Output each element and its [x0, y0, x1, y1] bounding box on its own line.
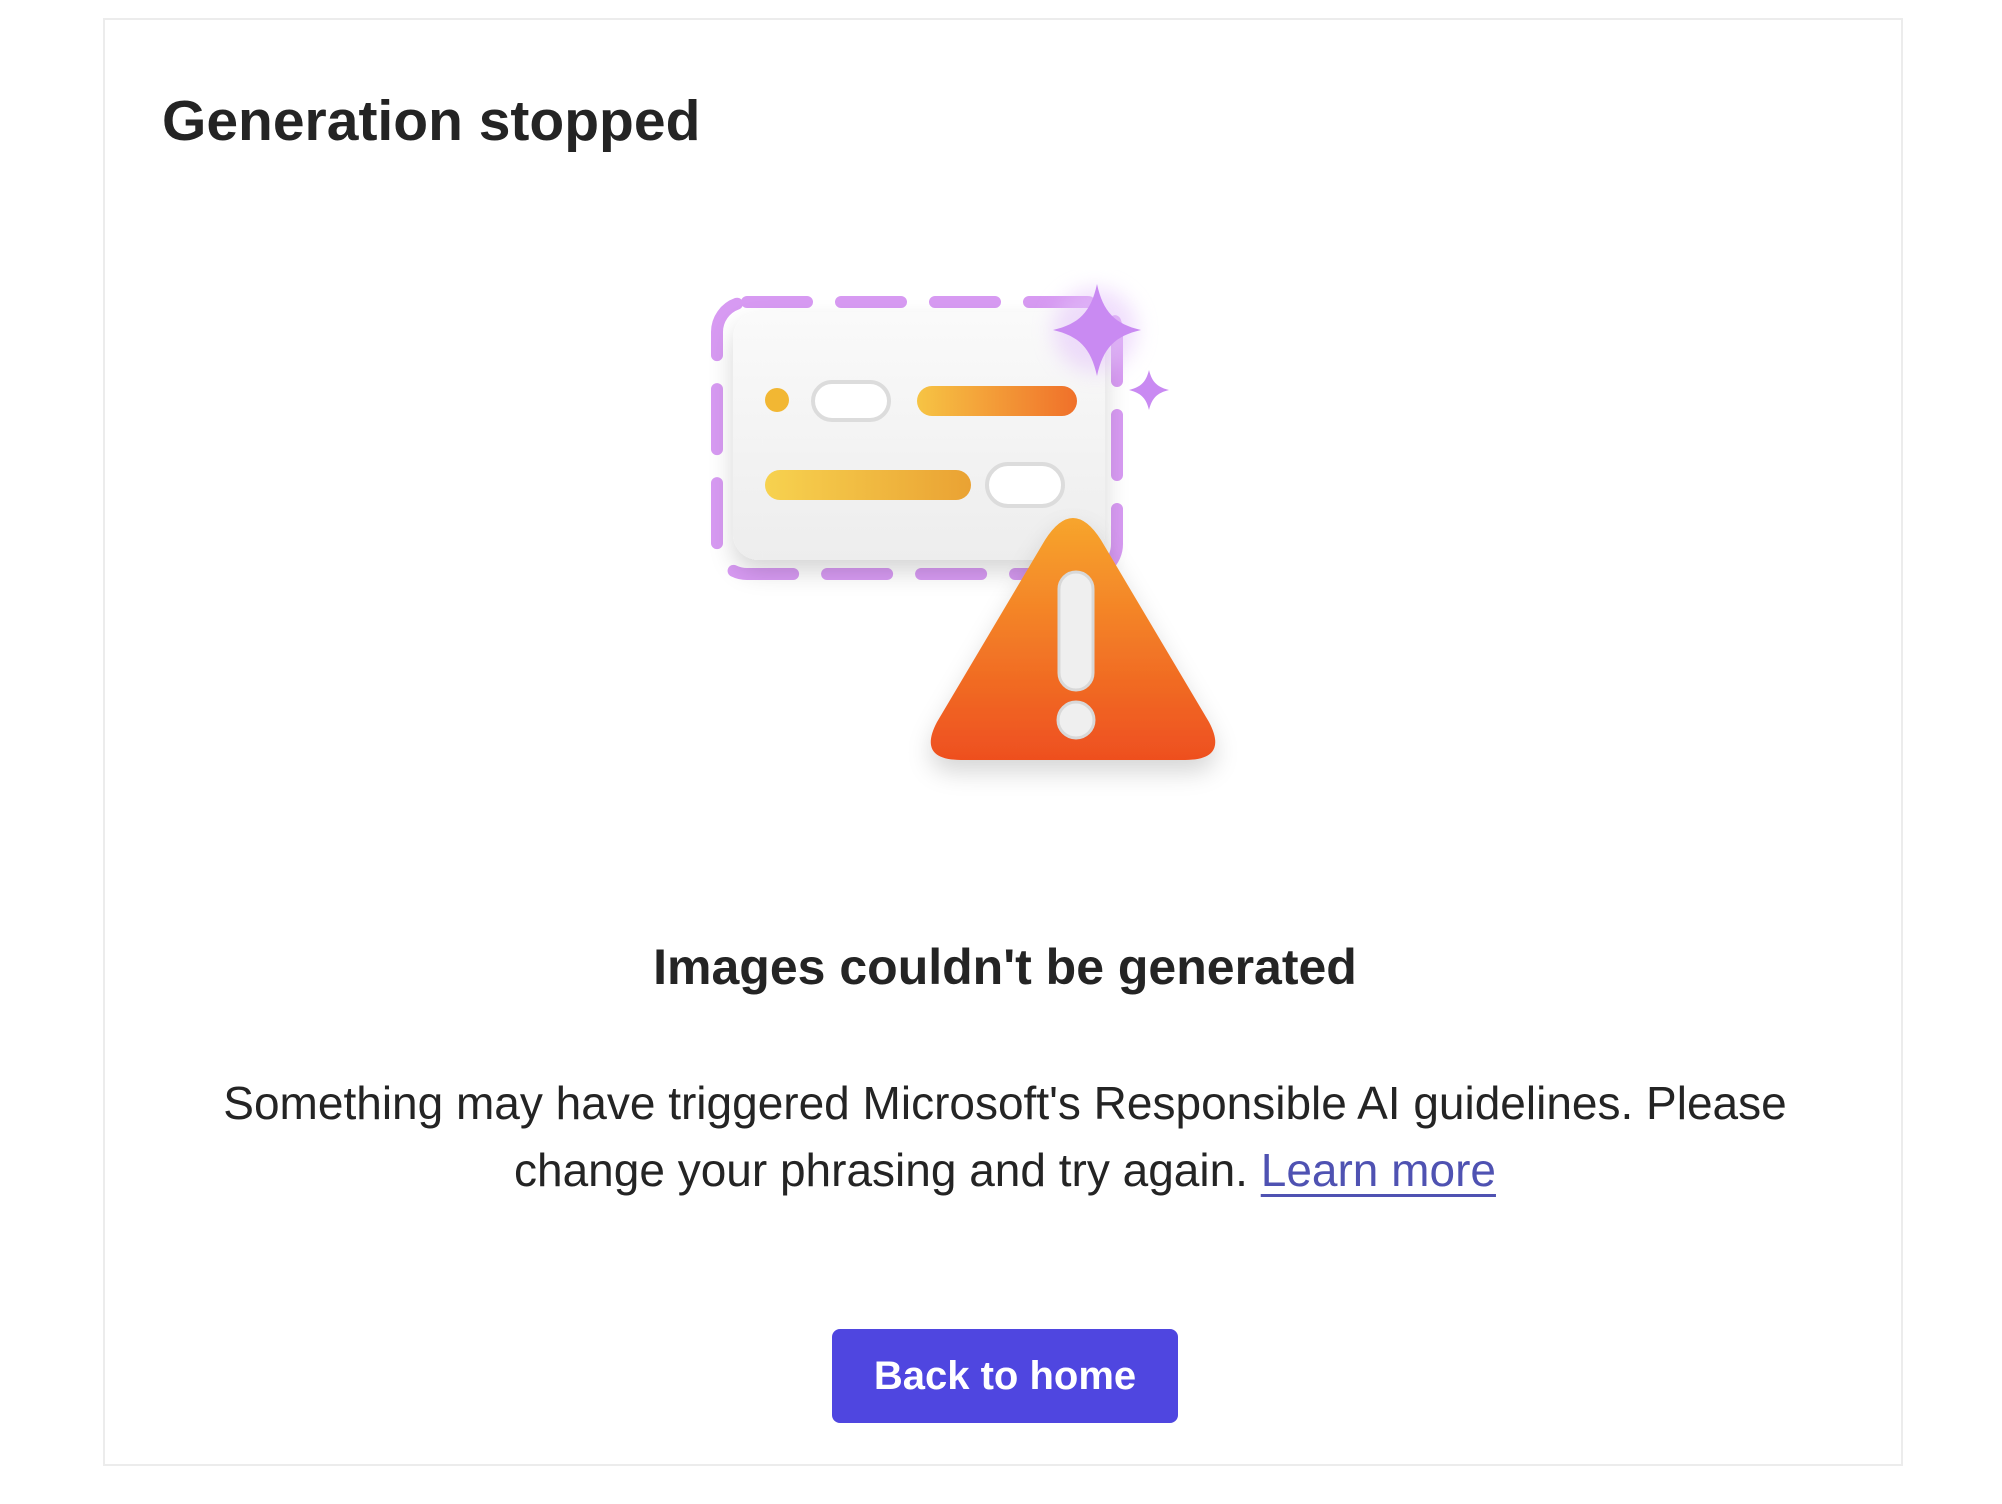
- error-heading: Images couldn't be generated: [653, 939, 1357, 995]
- learn-more-link[interactable]: Learn more: [1261, 1144, 1496, 1196]
- warning-illustration-icon: [705, 270, 1385, 830]
- error-message-text: Something may have triggered Microsoft's…: [223, 1077, 1787, 1196]
- error-message: Something may have triggered Microsoft's…: [165, 1070, 1845, 1204]
- error-card: Generation stopped Images couldn't be ge…: [103, 18, 1903, 1466]
- back-to-home-button[interactable]: Back to home: [832, 1329, 1178, 1423]
- page-title: Generation stopped: [162, 89, 701, 153]
